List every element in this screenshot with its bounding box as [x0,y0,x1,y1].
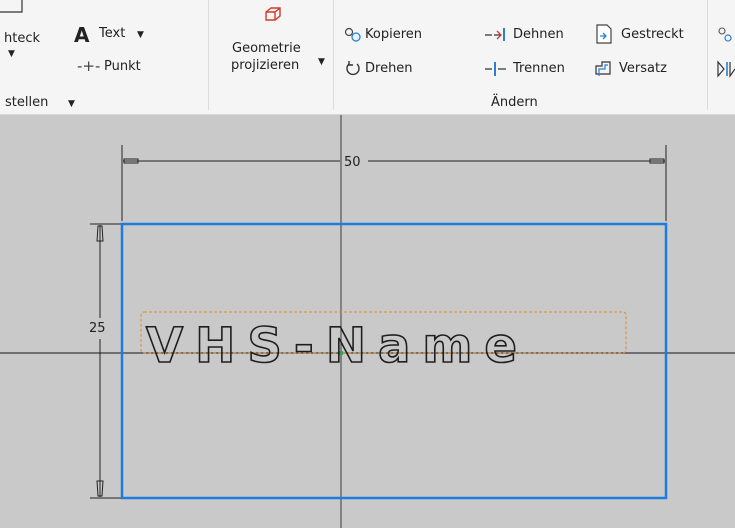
offset-icon [595,61,611,76]
modify-panel-label: Ändern [491,95,538,110]
pattern-icon[interactable] [716,26,735,44]
split-icon [485,62,506,76]
text-tool-button[interactable]: Text [99,26,125,42]
offset-button[interactable]: Versatz [619,61,667,77]
rectangle-icon [0,0,23,13]
sketch-text[interactable]: VHS-Name [145,317,529,375]
rotate-button[interactable]: Drehen [365,61,413,77]
project-geometry-icon [265,7,281,21]
create-panel-label: stellen [5,95,49,110]
sketch-canvas[interactable]: 50 25 VHS-Name [0,115,735,528]
create-panel-dropdown-arrow[interactable]: ▼ [68,96,75,112]
copy-icon [344,27,361,42]
text-dropdown-arrow[interactable]: ▼ [137,27,144,43]
project-geometry-label-2[interactable]: projizieren [231,58,299,74]
point-icon: -+- [77,57,101,75]
ribbon-separator [707,0,708,110]
straight-button[interactable]: Gestreckt [621,27,684,43]
split-button[interactable]: Trennen [513,61,565,77]
copy-button[interactable]: Kopieren [365,27,422,43]
rotate-icon [346,61,360,76]
project-geometry-dropdown-arrow[interactable]: ▼ [318,54,325,70]
height-dimension-value[interactable]: 25 [89,321,106,336]
point-tool-button[interactable]: Punkt [104,59,141,75]
text-icon: A [74,23,90,47]
stretch-button[interactable]: Dehnen [513,27,564,43]
ribbon-separator [333,0,334,110]
rectangle-dropdown-arrow[interactable]: ▼ [8,46,15,62]
width-dimension-value[interactable]: 50 [344,155,361,170]
mirror-icon[interactable] [716,60,735,78]
stretch-icon [485,28,505,41]
straight-dimension-icon [596,24,612,44]
rectangle-tool-label[interactable]: hteck [4,31,40,47]
project-geometry-label-1[interactable]: Geometrie [232,41,301,57]
ribbon: hteck ▼ A Text ▼ -+- Punkt stellen ▼ Geo… [0,0,735,115]
ribbon-separator [208,0,209,110]
